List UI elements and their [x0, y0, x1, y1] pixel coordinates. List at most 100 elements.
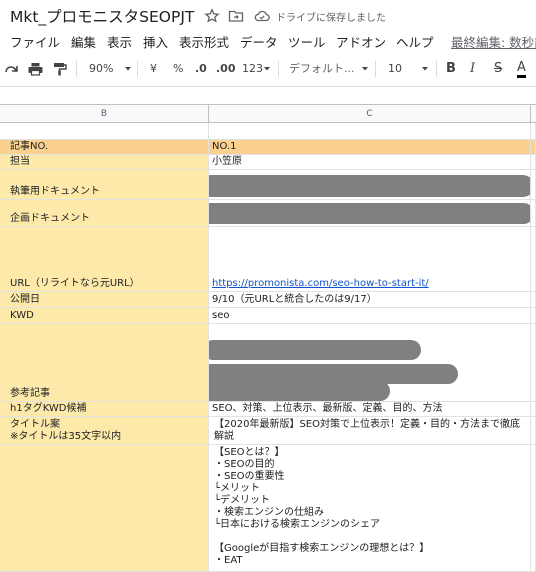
column-header-c[interactable]: C — [209, 105, 531, 123]
cell-label[interactable]: 記事NO. — [0, 140, 209, 155]
cell-label[interactable] — [0, 445, 209, 572]
cell-value[interactable]: 【2020年最新版】SEO対策で上位表示！定義・目的・方法まで徹底 解説 — [209, 417, 531, 445]
cell-value[interactable]: 9/10（元URLと統合したのは9/17） — [209, 292, 531, 308]
cell-value[interactable] — [209, 324, 531, 402]
cell-label[interactable]: URL（リライトなら元URL） — [0, 227, 209, 292]
cell-next[interactable] — [531, 170, 536, 200]
menu-tools[interactable]: ツール — [288, 32, 326, 51]
redacted-link — [209, 340, 421, 360]
cell-next[interactable] — [531, 140, 536, 155]
table-row — [0, 123, 536, 140]
cell-value[interactable]: 【SEOとは？】 ・SEOの目的 ・SEOの重要性 └メリット └デメリット ・… — [209, 445, 531, 572]
decrease-decimal-button[interactable]: .0 — [195, 60, 207, 78]
toolbar-separator — [375, 61, 376, 77]
currency-format-button[interactable]: ¥ — [150, 60, 157, 78]
cell-label[interactable]: 執筆用ドキュメント — [0, 170, 209, 200]
redacted-link — [209, 203, 530, 224]
menu-data[interactable]: データ — [240, 32, 278, 51]
cell-value[interactable] — [209, 123, 531, 140]
redacted-link — [209, 175, 530, 197]
cell-next[interactable] — [531, 445, 536, 572]
more-formats-button[interactable]: 123 — [242, 60, 263, 78]
text-color-button[interactable]: A — [517, 60, 526, 78]
toolbar: 90% ¥ % .0 .00 123 デフォルト... 10 B I S A — [0, 55, 536, 83]
cell-next[interactable] — [531, 292, 536, 308]
cell-label[interactable]: 公開日 — [0, 292, 209, 308]
sheet-grid: 記事NO. NO.1 担当 小笠原 執筆用ドキュメント 企画ドキュメント URL… — [0, 123, 536, 572]
menu-bar: ファイル 編集 表示 挿入 表示形式 データ ツール アドオン ヘルプ 最終編集… — [0, 30, 536, 52]
print-icon[interactable] — [27, 60, 44, 78]
cell-next[interactable] — [531, 402, 536, 417]
last-edit-link[interactable]: 最終編集: 数秒前 — [451, 32, 536, 51]
cell-next[interactable] — [531, 417, 536, 445]
percent-format-button[interactable]: % — [173, 60, 183, 78]
zoom-select[interactable]: 90% — [89, 60, 113, 78]
table-row: タイトル案 ※タイトルは35文字以内 【2020年最新版】SEO対策で上位表示！… — [0, 417, 536, 445]
cell-label[interactable] — [0, 123, 209, 140]
cell-value[interactable]: SEO、対策、上位表示、最新版、定義、目的、方法 — [209, 402, 531, 417]
cell-value[interactable]: 小笠原 — [209, 155, 531, 170]
cell-value[interactable]: NO.1 — [209, 140, 531, 155]
font-size-dropdown-icon[interactable] — [421, 60, 429, 78]
font-size-select[interactable]: 10 — [388, 60, 402, 78]
cloud-saved-icon — [254, 8, 270, 24]
italic-button[interactable]: I — [470, 60, 475, 78]
cell-next[interactable] — [531, 308, 536, 324]
table-row: KWD seo — [0, 308, 536, 324]
cell-label[interactable]: 参考記事 — [0, 324, 209, 402]
cell-next[interactable] — [531, 324, 536, 402]
table-row: 執筆用ドキュメント — [0, 170, 536, 200]
menu-addons[interactable]: アドオン — [336, 32, 386, 51]
cell-label[interactable]: 企画ドキュメント — [0, 200, 209, 227]
menu-file[interactable]: ファイル — [10, 32, 60, 51]
move-folder-icon[interactable] — [228, 8, 244, 24]
paint-format-icon[interactable] — [52, 60, 68, 78]
menu-edit[interactable]: 編集 — [71, 32, 96, 51]
zoom-dropdown-icon[interactable] — [124, 60, 132, 78]
table-row: 公開日 9/10（元URLと統合したのは9/17） — [0, 292, 536, 308]
cell-value[interactable] — [209, 200, 531, 227]
font-dropdown-icon[interactable] — [361, 60, 369, 78]
url-link[interactable]: https://promonista.com/seo-how-to-start-… — [212, 278, 429, 290]
cell-next[interactable] — [531, 123, 536, 140]
cell-value[interactable]: https://promonista.com/seo-how-to-start-… — [209, 227, 531, 292]
formula-bar[interactable] — [0, 86, 536, 104]
table-row: 記事NO. NO.1 — [0, 140, 536, 155]
cell-label[interactable]: h1タグKWD候補 — [0, 402, 209, 417]
toolbar-separator — [278, 61, 279, 77]
strikethrough-button[interactable]: S — [494, 60, 502, 78]
title-bar: Mkt_プロモニスタSEOPJT ドライブに保存しました — [0, 0, 536, 30]
redo-icon[interactable] — [4, 60, 20, 78]
menu-view[interactable]: 表示 — [107, 32, 132, 51]
bold-button[interactable]: B — [446, 60, 456, 78]
table-row: 【SEOとは？】 ・SEOの目的 ・SEOの重要性 └メリット └デメリット ・… — [0, 445, 536, 572]
document-title[interactable]: Mkt_プロモニスタSEOPJT — [10, 5, 194, 27]
menu-format[interactable]: 表示形式 — [179, 32, 229, 51]
cell-next[interactable] — [531, 200, 536, 227]
cell-label[interactable]: KWD — [0, 308, 209, 324]
column-header-b[interactable]: B — [0, 105, 209, 123]
cell-label[interactable]: タイトル案 ※タイトルは35文字以内 — [0, 417, 209, 445]
star-icon[interactable] — [204, 8, 220, 24]
zoom-value: 90% — [89, 62, 114, 75]
cell-value[interactable]: seo — [209, 308, 531, 324]
cell-next[interactable] — [531, 227, 536, 292]
toolbar-separator — [137, 61, 138, 77]
toolbar-separator — [76, 61, 77, 77]
increase-decimal-button[interactable]: .00 — [216, 60, 236, 78]
toolbar-separator — [436, 61, 437, 77]
table-row: h1タグKWD候補 SEO、対策、上位表示、最新版、定義、目的、方法 — [0, 402, 536, 417]
more-formats-dropdown-icon[interactable] — [263, 60, 271, 78]
cell-next[interactable] — [531, 155, 536, 170]
menu-help[interactable]: ヘルプ — [396, 32, 434, 51]
table-row: 企画ドキュメント — [0, 200, 536, 227]
cell-value[interactable] — [209, 170, 531, 200]
table-row: 担当 小笠原 — [0, 155, 536, 170]
font-family-select[interactable]: デフォルト... — [289, 60, 355, 78]
menu-insert[interactable]: 挿入 — [143, 32, 168, 51]
cell-label[interactable]: 担当 — [0, 155, 209, 170]
table-row: 参考記事 — [0, 324, 536, 402]
save-status: ドライブに保存しました — [276, 13, 386, 24]
table-row: URL（リライトなら元URL） https://promonista.com/s… — [0, 227, 536, 292]
redacted-link — [209, 381, 390, 401]
